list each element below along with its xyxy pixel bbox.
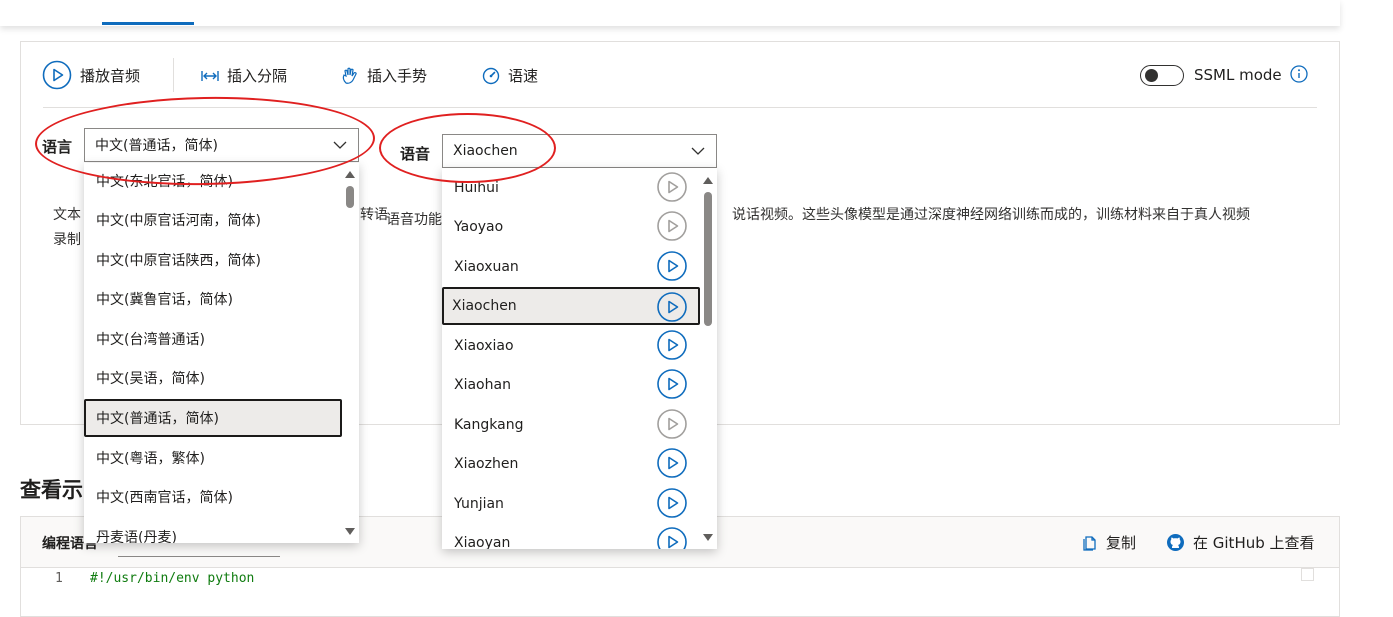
insert-break-button[interactable]: 插入分隔 bbox=[201, 65, 287, 86]
chevron-down-icon bbox=[333, 141, 347, 149]
description-text-mid-b: 语音功能 bbox=[386, 212, 442, 228]
voice-option[interactable]: Xiaochen bbox=[442, 287, 700, 325]
code-scrollbar[interactable] bbox=[1301, 568, 1314, 581]
voice-option[interactable]: Xiaohan bbox=[442, 366, 700, 404]
play-sample-icon[interactable] bbox=[657, 369, 687, 399]
voice-option[interactable]: Kangkang bbox=[442, 406, 700, 444]
github-icon bbox=[1167, 534, 1184, 551]
voice-dropdown-list: Huihui Yaoyao Xiaoxuan Xiaochen Xiaoxiao Xiao… bbox=[442, 168, 717, 549]
language-list-scrollbar[interactable] bbox=[343, 163, 357, 543]
voice-option-label: Xiaochen bbox=[452, 298, 517, 314]
scroll-up-arrow-icon[interactable] bbox=[345, 171, 355, 178]
voice-option-label: Yunjian bbox=[454, 496, 504, 512]
voice-option[interactable]: Xiaozhen bbox=[442, 445, 700, 483]
ssml-mode-label: SSML mode bbox=[1194, 66, 1282, 84]
voice-option-label: Kangkang bbox=[454, 417, 524, 433]
info-icon[interactable] bbox=[1289, 64, 1309, 84]
code-line: #!/usr/bin/env python bbox=[90, 571, 255, 586]
scroll-down-arrow-icon[interactable] bbox=[703, 534, 713, 541]
voice-option-label: Xiaoyan bbox=[454, 535, 511, 549]
speed-label: 语速 bbox=[508, 67, 539, 85]
description-text-line2: 录制 bbox=[53, 232, 81, 248]
play-sample-icon[interactable] bbox=[657, 292, 687, 322]
toolbar-divider-line bbox=[43, 107, 1317, 108]
language-label: 语言 bbox=[42, 138, 73, 156]
copy-icon bbox=[1083, 535, 1096, 551]
voice-option[interactable]: Huihui bbox=[442, 169, 700, 207]
insert-gesture-button[interactable]: 插入手势 bbox=[341, 65, 427, 86]
scroll-thumb[interactable] bbox=[704, 192, 712, 326]
speed-button[interactable]: 语速 bbox=[482, 65, 538, 86]
insert-gesture-label: 插入手势 bbox=[367, 67, 428, 85]
voice-option-label: Yaoyao bbox=[454, 219, 504, 235]
language-dropdown-list: 中文(东北官话，简体) 中文(中原官话河南，简体) 中文(中原官话陕西，简体) 中文(… bbox=[84, 163, 359, 543]
voice-option-label: Xiaozhen bbox=[454, 456, 519, 472]
view-on-github-link[interactable]: 在 GitHub 上查看 bbox=[1166, 532, 1315, 553]
play-sample-icon[interactable] bbox=[657, 211, 687, 241]
voice-option[interactable]: Yaoyao bbox=[442, 208, 700, 246]
voice-select[interactable]: Xiaochen bbox=[442, 134, 717, 168]
copy-button[interactable]: 复制 bbox=[1080, 532, 1136, 553]
play-audio-button[interactable]: 播放音频 bbox=[42, 60, 140, 90]
voice-option[interactable]: Yunjian bbox=[442, 485, 700, 523]
language-option[interactable]: 中文(东北官话，简体) bbox=[84, 163, 342, 200]
language-select[interactable]: 中文(普通话，简体) bbox=[84, 128, 359, 162]
break-icon bbox=[201, 70, 219, 81]
play-sample-icon[interactable] bbox=[657, 172, 687, 202]
play-sample-icon[interactable] bbox=[657, 488, 687, 518]
copy-label: 复制 bbox=[1106, 534, 1137, 552]
description-text-start: 文本 bbox=[53, 207, 81, 223]
top-bar bbox=[0, 0, 1340, 26]
language-option[interactable]: 中文(中原官话陕西，简体) bbox=[84, 241, 342, 279]
language-option[interactable]: 中文(普通话，简体) bbox=[84, 399, 342, 437]
chevron-down-icon bbox=[691, 147, 705, 155]
code-language-select-underline[interactable] bbox=[118, 556, 280, 557]
voice-option[interactable]: Xiaoxiao bbox=[442, 327, 700, 365]
description-text-mid-a: 转语 bbox=[360, 207, 388, 223]
play-sample-icon[interactable] bbox=[657, 448, 687, 478]
scroll-down-arrow-icon[interactable] bbox=[345, 528, 355, 535]
ssml-mode-toggle[interactable] bbox=[1140, 65, 1184, 86]
language-option[interactable]: 丹麦语(丹麦) bbox=[84, 518, 342, 543]
language-option[interactable]: 中文(粤语，繁体) bbox=[84, 439, 342, 477]
description-text-end: 说话视频。这些头像模型是通过深度神经网络训练而成的，训练材料来自于真人视频 bbox=[732, 207, 1250, 223]
voice-option[interactable]: Xiaoyan bbox=[442, 524, 700, 549]
play-sample-icon[interactable] bbox=[657, 409, 687, 439]
voice-option-label: Huihui bbox=[454, 180, 499, 196]
language-option[interactable]: 中文(吴语，简体) bbox=[84, 359, 342, 397]
active-tab-indicator bbox=[102, 22, 194, 25]
line-number: 1 bbox=[55, 571, 63, 586]
play-circle-icon bbox=[42, 60, 72, 90]
play-sample-icon[interactable] bbox=[657, 527, 687, 549]
github-label: 在 GitHub 上查看 bbox=[1193, 534, 1315, 552]
play-sample-icon[interactable] bbox=[657, 251, 687, 281]
language-option[interactable]: 中文(中原官话河南，简体) bbox=[84, 201, 342, 239]
toolbar-divider bbox=[173, 58, 174, 92]
hand-wave-icon bbox=[342, 67, 357, 84]
toggle-knob bbox=[1145, 69, 1158, 82]
voice-option-label: Xiaoxiao bbox=[454, 338, 514, 354]
voice-label: 语音 bbox=[400, 145, 431, 163]
play-sample-icon[interactable] bbox=[657, 330, 687, 360]
language-option[interactable]: 中文(西南官话，简体) bbox=[84, 478, 342, 516]
scroll-thumb[interactable] bbox=[346, 186, 354, 208]
play-audio-label: 播放音频 bbox=[80, 66, 141, 85]
language-selected-value: 中文(普通话，简体) bbox=[95, 138, 218, 154]
voice-selected-value: Xiaochen bbox=[453, 143, 518, 159]
voice-option-label: Xiaoxuan bbox=[454, 259, 519, 275]
language-option[interactable]: 中文(冀鲁官话，简体) bbox=[84, 280, 342, 318]
voice-option-label: Xiaohan bbox=[454, 377, 511, 393]
code-header-divider bbox=[21, 567, 1339, 568]
insert-break-label: 插入分隔 bbox=[227, 67, 288, 85]
voice-list-scrollbar[interactable] bbox=[701, 168, 715, 549]
scroll-up-arrow-icon[interactable] bbox=[703, 177, 713, 184]
voice-option[interactable]: Xiaoxuan bbox=[442, 248, 700, 286]
gauge-icon bbox=[482, 67, 500, 84]
samples-section-title: 查看示 bbox=[20, 478, 83, 502]
language-option[interactable]: 中文(台湾普通话) bbox=[84, 320, 342, 358]
